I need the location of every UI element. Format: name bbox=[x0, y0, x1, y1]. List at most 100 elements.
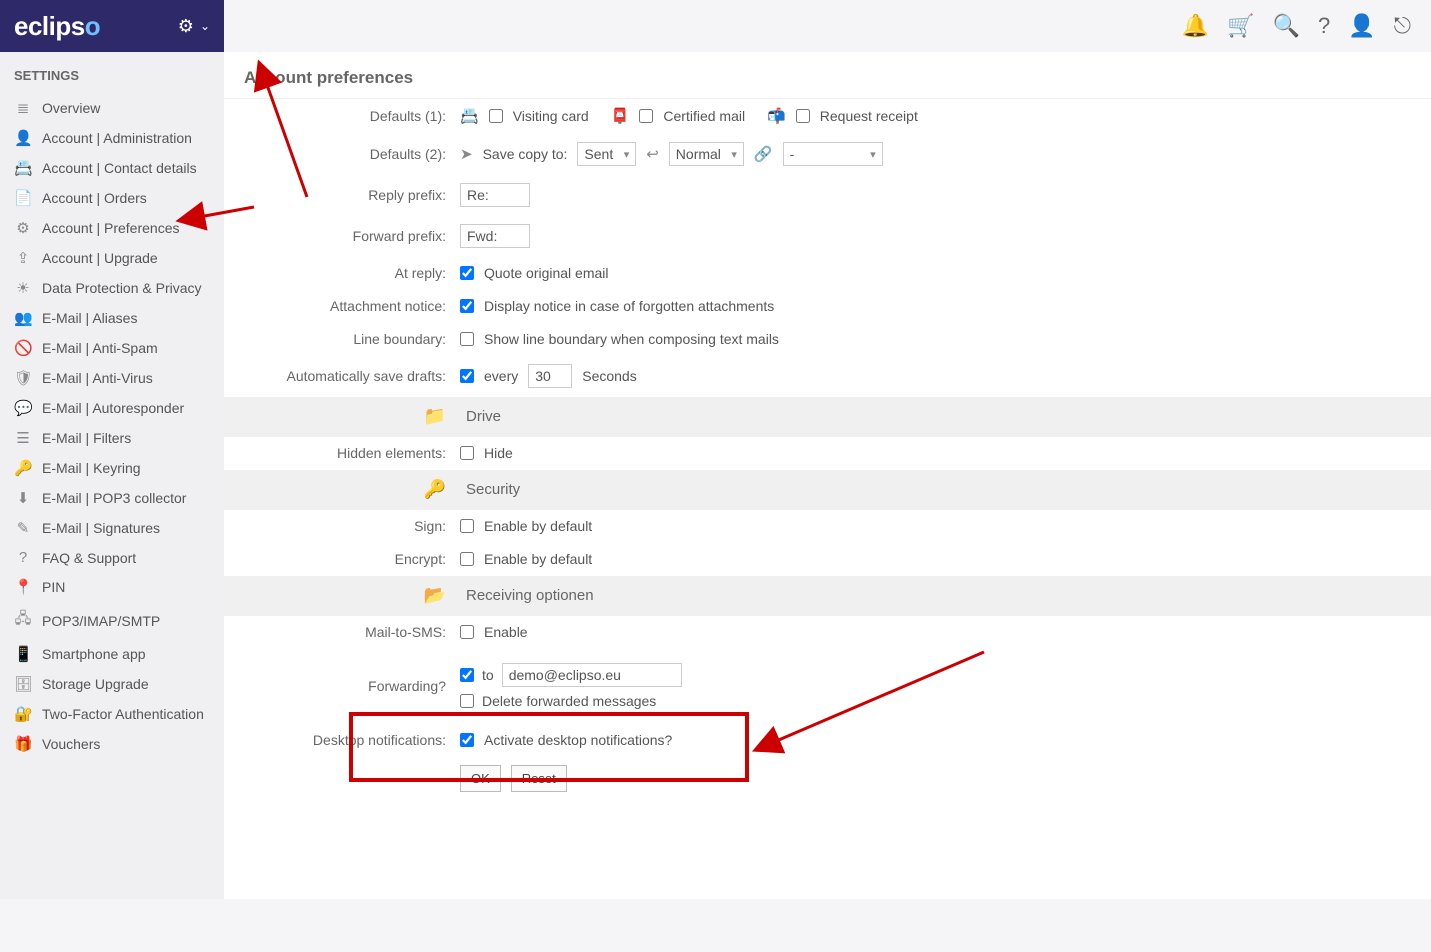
document-icon: 📄 bbox=[14, 189, 32, 207]
server-icon: 🖧 bbox=[14, 608, 32, 633]
link-icon: 🔗 bbox=[754, 145, 773, 163]
select-priority[interactable]: Normal bbox=[669, 142, 744, 166]
text-to: to bbox=[482, 667, 494, 683]
sidebar-item-2fa[interactable]: 🔐Two-Factor Authentication bbox=[0, 699, 224, 729]
checkbox-encrypt[interactable] bbox=[460, 552, 474, 566]
checkbox-quote-original[interactable] bbox=[460, 266, 474, 280]
label-forwarding: Forwarding? bbox=[224, 678, 460, 694]
help-icon[interactable]: ? bbox=[1318, 13, 1330, 39]
input-auto-save-seconds[interactable] bbox=[528, 364, 572, 388]
checkbox-mail-to-sms[interactable] bbox=[460, 625, 474, 639]
checkbox-auto-save[interactable] bbox=[460, 369, 474, 383]
cart-icon[interactable]: 🛒 bbox=[1227, 13, 1254, 39]
select-sent-folder[interactable]: Sent bbox=[577, 142, 636, 166]
checkbox-forwarding-to[interactable] bbox=[460, 668, 474, 682]
gear-icon: ⚙ bbox=[14, 219, 32, 237]
priority-icon: ↩ bbox=[646, 145, 659, 163]
sidebar-item-overview[interactable]: ≣Overview bbox=[0, 93, 224, 123]
input-reply-prefix[interactable] bbox=[460, 183, 530, 207]
checkbox-sign[interactable] bbox=[460, 519, 474, 533]
sidebar-item-email-signatures[interactable]: ✎E-Mail | Signatures bbox=[0, 513, 224, 543]
people-icon: 👥 bbox=[14, 309, 32, 327]
sidebar-item-email-aliases[interactable]: 👥E-Mail | Aliases bbox=[0, 303, 224, 333]
text-sign: Enable by default bbox=[484, 518, 592, 534]
storage-icon: 🗄 bbox=[14, 675, 32, 693]
user-circle-icon: 👤 bbox=[14, 129, 32, 147]
folder-icon: 📁 bbox=[424, 406, 446, 426]
checkbox-visiting-card[interactable] bbox=[489, 109, 503, 123]
sidebar-item-faq[interactable]: ?FAQ & Support bbox=[0, 543, 224, 572]
checkbox-attachment-notice[interactable] bbox=[460, 299, 474, 313]
sidebar-item-vouchers[interactable]: 🎁Vouchers bbox=[0, 729, 224, 759]
send-icon: ➤ bbox=[460, 145, 473, 163]
label-line-boundary: Line boundary: bbox=[224, 331, 460, 347]
key-section-icon: 🔑 bbox=[424, 479, 446, 499]
sidebar-item-email-antivirus[interactable]: 🛡E-Mail | Anti-Virus bbox=[0, 363, 224, 393]
user-icon[interactable]: 👤 bbox=[1348, 13, 1375, 39]
sidebar-item-email-keyring[interactable]: 🔑E-Mail | Keyring bbox=[0, 453, 224, 483]
vcard-icon: 📇 bbox=[460, 107, 479, 125]
search-icon[interactable]: 🔍 bbox=[1273, 13, 1300, 39]
checkbox-line-boundary[interactable] bbox=[460, 332, 474, 346]
id-card-icon: 📇 bbox=[14, 159, 32, 177]
preferences-form: Defaults (1): 📇 Visiting card 📮 Certifie… bbox=[224, 99, 1431, 801]
sidebar-item-email-autoresponder[interactable]: 💬E-Mail | Autoresponder bbox=[0, 393, 224, 423]
checkbox-request-receipt[interactable] bbox=[796, 109, 810, 123]
label-auto-save: Automatically save drafts: bbox=[224, 368, 460, 384]
section-drive: Drive bbox=[466, 408, 501, 425]
sidebar-item-email-filters[interactable]: ☰E-Mail | Filters bbox=[0, 423, 224, 453]
sidebar-item-account-orders[interactable]: 📄Account | Orders bbox=[0, 183, 224, 213]
text-enable: Enable bbox=[484, 624, 528, 640]
sidebar: SETTINGS ≣Overview 👤Account | Administra… bbox=[0, 52, 224, 899]
receipt-icon: 📬 bbox=[767, 107, 786, 125]
sidebar-item-storage[interactable]: 🗄Storage Upgrade bbox=[0, 669, 224, 699]
sidebar-title: SETTINGS bbox=[0, 62, 224, 93]
sidebar-item-account-preferences[interactable]: ⚙Account | Preferences bbox=[0, 213, 224, 243]
signature-icon: ✎ bbox=[14, 519, 32, 537]
sidebar-item-smartphone[interactable]: 📱Smartphone app bbox=[0, 639, 224, 669]
privacy-icon: ☀ bbox=[14, 279, 32, 297]
ok-button[interactable]: OK bbox=[460, 765, 501, 792]
label-hidden-elements: Hidden elements: bbox=[224, 445, 460, 461]
logout-icon[interactable]: ⎋ bbox=[1394, 13, 1411, 39]
topbar-actions: 🔔 🛒 🔍 ? 👤 ⎋ bbox=[1182, 13, 1431, 39]
label-defaults2: Defaults (2): bbox=[224, 146, 460, 162]
reset-button[interactable]: Reset bbox=[511, 765, 567, 792]
block-icon: 🚫 bbox=[14, 339, 32, 357]
label-at-reply: At reply: bbox=[224, 265, 460, 281]
sidebar-item-account-admin[interactable]: 👤Account | Administration bbox=[0, 123, 224, 153]
lock-icon: 🔐 bbox=[14, 705, 32, 723]
topbar: eclipso ⚙ ⌄ 🔔 🛒 🔍 ? 👤 ⎋ bbox=[0, 0, 1431, 52]
sidebar-item-account-contact[interactable]: 📇Account | Contact details bbox=[0, 153, 224, 183]
checkbox-desktop-notif[interactable] bbox=[460, 733, 474, 747]
sidebar-item-email-antispam[interactable]: 🚫E-Mail | Anti-Spam bbox=[0, 333, 224, 363]
sidebar-item-email-pop3[interactable]: ⬇E-Mail | POP3 collector bbox=[0, 483, 224, 513]
checkbox-delete-forwarded[interactable] bbox=[460, 694, 474, 708]
bell-icon[interactable]: 🔔 bbox=[1182, 13, 1209, 39]
checkbox-hide[interactable] bbox=[460, 446, 474, 460]
input-forwarding-email[interactable] bbox=[502, 663, 682, 687]
sidebar-item-privacy[interactable]: ☀Data Protection & Privacy bbox=[0, 273, 224, 303]
sidebar-item-account-upgrade[interactable]: ⇪Account | Upgrade bbox=[0, 243, 224, 273]
label-forward-prefix: Forward prefix: bbox=[224, 228, 460, 244]
text-delete-forwarded: Delete forwarded messages bbox=[482, 693, 656, 709]
sidebar-item-pop3imap[interactable]: 🖧POP3/IMAP/SMTP bbox=[0, 602, 224, 639]
text-hide: Hide bbox=[484, 445, 513, 461]
label-defaults1: Defaults (1): bbox=[224, 108, 460, 124]
text-visiting-card: Visiting card bbox=[513, 108, 589, 124]
text-line-boundary: Show line boundary when composing text m… bbox=[484, 331, 779, 347]
text-quote-original: Quote original email bbox=[484, 265, 609, 281]
select-extra[interactable]: - bbox=[783, 142, 883, 166]
chevron-down-icon[interactable]: ⌄ bbox=[200, 19, 210, 33]
sidebar-item-pin[interactable]: 📍PIN bbox=[0, 572, 224, 602]
label-mail-to-sms: Mail-to-SMS: bbox=[224, 624, 460, 640]
list-icon: ≣ bbox=[14, 99, 32, 117]
text-every: every bbox=[484, 368, 518, 384]
text-desktop-notif: Activate desktop notifications? bbox=[484, 732, 672, 748]
gift-icon: 🎁 bbox=[14, 735, 32, 753]
text-request-receipt: Request receipt bbox=[820, 108, 918, 124]
input-forward-prefix[interactable] bbox=[460, 224, 530, 248]
gear-icon[interactable]: ⚙ bbox=[178, 16, 194, 37]
phone-icon: 📱 bbox=[14, 645, 32, 663]
checkbox-certified-mail[interactable] bbox=[639, 109, 653, 123]
